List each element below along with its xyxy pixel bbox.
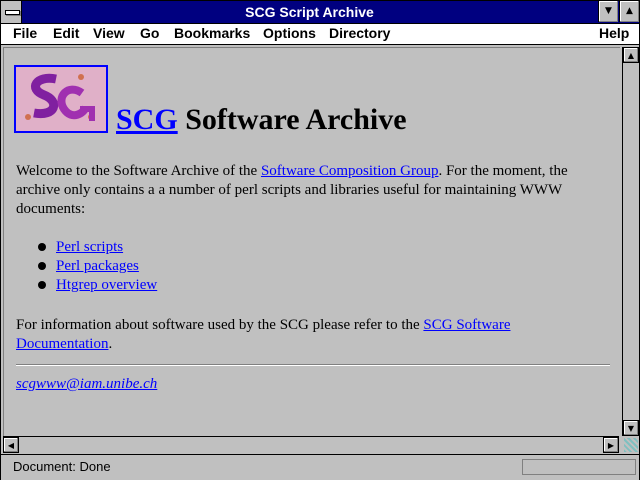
progress-indicator [522,459,636,475]
resize-grip[interactable] [622,436,639,453]
system-menu-button[interactable] [1,1,22,23]
page-heading: SCG Software Archive [116,103,407,137]
horizontal-scrollbar[interactable]: ◀ ▶ [3,436,619,453]
htgrep-overview-link[interactable]: Htgrep overview [56,277,157,293]
heading-text: Software Archive [177,103,407,136]
scg-logo [14,65,108,133]
menu-directory[interactable]: Directory [329,24,390,42]
menu-options[interactable]: Options [263,24,316,42]
list-item: Perl packages [16,257,157,276]
intro-text-start: Welcome to the Software Archive of the [16,163,261,179]
list-item: Htgrep overview [16,276,157,295]
menu-file[interactable]: File [13,24,37,42]
menu-edit[interactable]: Edit [53,24,79,42]
intro-paragraph: Welcome to the Software Archive of the S… [16,162,606,219]
perl-scripts-link[interactable]: Perl scripts [56,239,123,255]
scg-heading-link[interactable]: SCG [116,103,178,136]
browser-window: SCG Script Archive ▼ ▲ File Edit View Go… [0,0,640,480]
menu-go[interactable]: Go [140,24,159,42]
list-item: Perl scripts [16,238,157,257]
menu-bar: File Edit View Go Bookmarks Options Dire… [1,24,639,45]
menu-view[interactable]: View [93,24,125,42]
info-text-start: For information about software used by t… [16,317,424,333]
scroll-right-arrow-icon[interactable]: ▶ [603,437,619,453]
page-content: SCG Software Archive Welcome to the Soft… [3,47,620,437]
bullet-icon [38,262,46,270]
scroll-left-arrow-icon[interactable]: ◀ [3,437,19,453]
bullet-icon [38,243,46,251]
status-text: Document: Done [13,459,111,474]
vertical-scrollbar[interactable]: ▲ ▼ [622,47,639,436]
minimize-button[interactable]: ▼ [598,1,618,22]
horizontal-rule [16,364,610,366]
perl-packages-link[interactable]: Perl packages [56,258,139,274]
scroll-up-arrow-icon[interactable]: ▲ [623,47,639,63]
software-composition-group-link[interactable]: Software Composition Group [261,163,439,179]
bullet-icon [38,281,46,289]
info-text-end: . [108,336,113,352]
status-bar: Document: Done [1,454,639,480]
info-paragraph: For information about software used by t… [16,316,606,354]
email-link[interactable]: scgwww@iam.unibe.ch [16,376,157,393]
script-links-list: Perl scripts Perl packages Htgrep overvi… [16,238,157,295]
menu-help[interactable]: Help [599,24,629,42]
title-bar: SCG Script Archive ▼ ▲ [1,1,639,24]
scroll-down-arrow-icon[interactable]: ▼ [623,420,639,436]
menu-bookmarks[interactable]: Bookmarks [174,24,250,42]
window-title: SCG Script Archive [245,4,374,20]
maximize-button[interactable]: ▲ [619,1,639,22]
